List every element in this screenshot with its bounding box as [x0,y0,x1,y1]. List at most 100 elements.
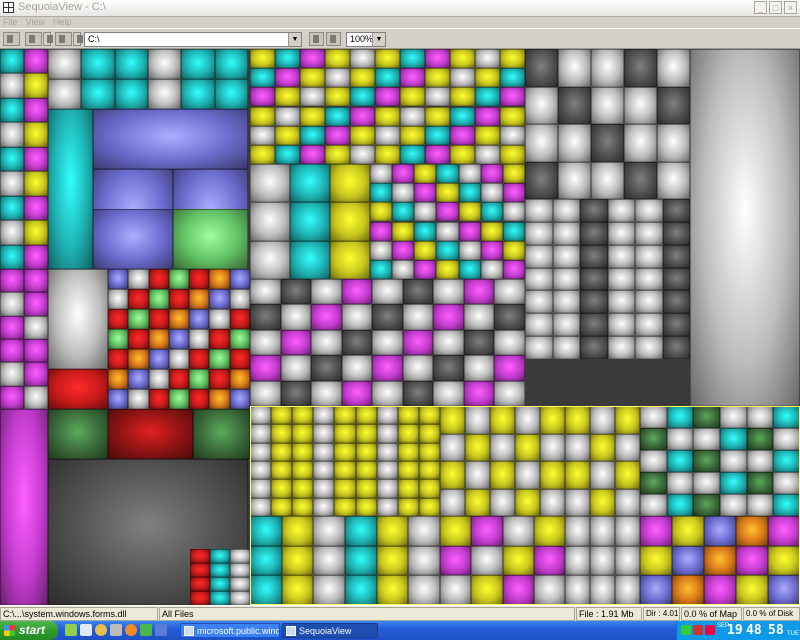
menu-file[interactable]: File [3,16,18,28]
file-cell[interactable] [370,221,393,241]
file-cell[interactable] [414,202,437,222]
file-cell[interactable] [93,109,248,169]
file-cell[interactable] [397,424,419,443]
file-cell[interactable] [334,406,356,425]
file-cell[interactable] [494,304,525,330]
file-cell[interactable] [657,49,690,87]
file-cell[interactable] [181,79,215,109]
file-cell[interactable] [128,349,149,369]
file-cell[interactable] [376,424,398,443]
file-cell[interactable] [334,461,356,480]
file-cell[interactable] [275,125,300,145]
file-cell[interactable] [475,49,500,69]
zoom-dropdown-arrow[interactable]: ▼ [372,33,385,46]
file-cell[interactable] [502,259,525,279]
file-cell[interactable] [330,202,370,241]
file-cell[interactable] [746,472,774,494]
file-cell[interactable] [375,87,400,107]
file-cell[interactable] [148,49,182,79]
treemap-view[interactable] [0,49,800,605]
file-cell[interactable] [720,450,747,472]
file-cell[interactable] [540,433,565,461]
file-cell[interactable] [440,545,472,576]
file-cell[interactable] [345,545,377,576]
minimize-button[interactable]: _ [754,1,767,14]
file-cell[interactable] [635,290,663,314]
file-cell[interactable] [440,433,465,461]
file-cell[interactable] [375,125,400,145]
file-cell[interactable] [490,433,515,461]
file-cell[interactable] [250,164,290,203]
filter-button[interactable] [55,32,72,46]
file-cell[interactable] [345,575,377,605]
file-cell[interactable] [475,68,500,88]
file-cell[interactable] [458,183,481,203]
file-cell[interactable] [607,221,635,245]
file-cell[interactable] [640,575,672,605]
file-cell[interactable] [392,202,415,222]
file-cell[interactable] [480,221,503,241]
file-cell[interactable] [108,409,193,459]
file-cell[interactable] [0,244,24,269]
file-cell[interactable] [494,355,525,381]
menu-help[interactable]: Help [53,16,72,28]
file-cell[interactable] [591,49,624,87]
file-cell[interactable] [275,49,300,69]
file-cell[interactable] [181,49,215,79]
file-cell[interactable] [720,494,747,516]
file-cell[interactable] [93,209,173,269]
file-cell[interactable] [418,461,440,480]
file-cell[interactable] [500,106,525,126]
file-cell[interactable] [24,146,48,172]
file-cell[interactable] [108,389,129,409]
file-cell[interactable] [108,269,129,289]
file-cell[interactable] [433,380,464,406]
file-cell[interactable] [480,240,503,260]
file-cell[interactable] [640,516,672,546]
file-cell[interactable] [325,125,350,145]
file-cell[interactable] [392,183,415,203]
file-cell[interactable] [590,488,615,516]
file-cell[interactable] [210,591,230,605]
file-cell[interactable] [292,497,314,516]
file-cell[interactable] [408,575,440,605]
file-cell[interactable] [148,329,169,349]
file-cell[interactable] [463,329,495,356]
file-cell[interactable] [672,575,704,605]
file-cell[interactable] [0,73,24,98]
file-cell[interactable] [736,575,768,605]
file-cell[interactable] [635,221,663,245]
file-cell[interactable] [615,516,640,546]
file-cell[interactable] [425,144,450,164]
task-button-sequoiaview[interactable]: SequoiaView [282,623,378,638]
file-cell[interactable] [281,516,314,546]
file-cell[interactable] [230,549,250,563]
file-cell[interactable] [275,68,300,88]
file-cell[interactable] [490,461,515,489]
file-cell[interactable] [615,488,640,516]
file-cell[interactable] [250,516,282,546]
file-cell[interactable] [190,563,210,577]
file-cell[interactable] [210,577,230,591]
file-cell[interactable] [436,183,459,203]
file-cell[interactable] [666,406,694,428]
file-cell[interactable] [480,164,503,184]
file-cell[interactable] [565,575,590,605]
file-cell[interactable] [214,79,248,109]
file-cell[interactable] [48,409,108,459]
file-cell[interactable] [330,164,370,203]
file-cell[interactable] [590,406,615,434]
file-cell[interactable] [540,461,565,489]
close-button[interactable]: × [784,1,797,14]
file-cell[interactable] [48,79,82,109]
file-cell[interactable] [313,545,345,576]
file-cell[interactable] [607,313,635,337]
file-cell[interactable] [372,329,403,356]
file-cell[interactable] [666,428,694,450]
file-cell[interactable] [280,279,312,305]
file-cell[interactable] [250,406,272,425]
file-cell[interactable] [458,240,481,260]
file-cell[interactable] [209,369,230,389]
file-cell[interactable] [525,199,553,222]
file-cell[interactable] [189,349,210,369]
